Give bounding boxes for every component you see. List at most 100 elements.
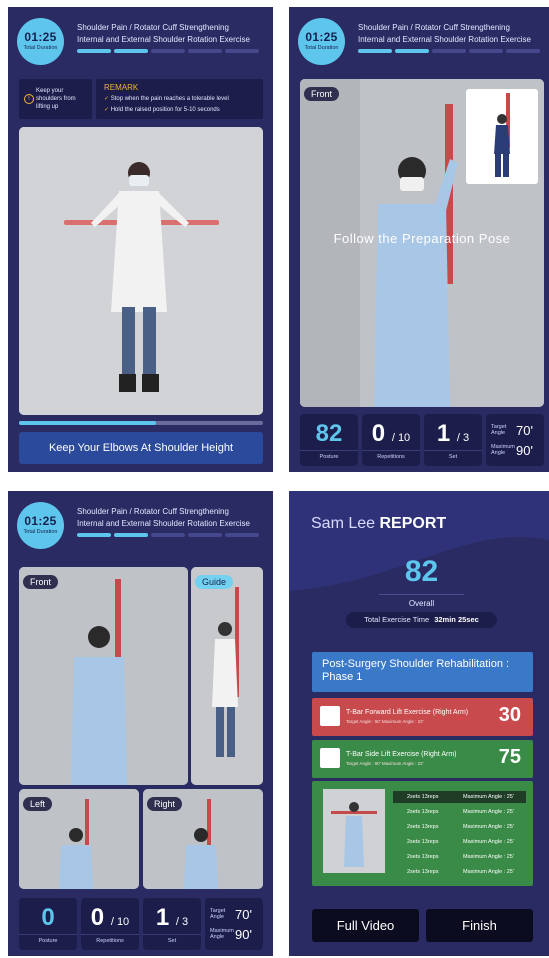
- set-label: Set: [143, 934, 201, 944]
- exercise-name: T-Bar Side Lift Exercise (Right Arm): [346, 751, 457, 758]
- remark-title: REMARK: [104, 83, 139, 92]
- repetitions-total: / 10: [110, 916, 130, 928]
- repetitions-stat: 0 / 10 Repetitions: [362, 414, 420, 466]
- remark-item: ✓ Hold the raised position for 5-10 seco…: [104, 106, 220, 113]
- front-figure: [19, 567, 188, 785]
- row-sets: 2sets 13reps: [407, 809, 439, 815]
- timer-value: 01:25: [24, 30, 57, 44]
- instruction-banner: Keep Your Elbows At Shoulder Height: [19, 432, 263, 464]
- tag-front: Front: [23, 575, 59, 589]
- tag-guide: Guide: [195, 575, 234, 589]
- timer-label: Total Duration: [23, 45, 58, 51]
- check-icon: ✓: [104, 96, 110, 102]
- guide-thumbnail: [466, 89, 538, 184]
- step-3: [151, 49, 185, 53]
- program-title[interactable]: Post-Surgery Shoulder Rehabilitation : P…: [312, 652, 533, 692]
- set-total: / 3: [456, 432, 470, 444]
- exercise-score: 75: [498, 746, 521, 768]
- timer-badge: 01:25 Total Duration: [17, 18, 64, 65]
- repetitions-label: Repetitions: [362, 450, 420, 460]
- target-angle-value: 70': [516, 423, 533, 438]
- step-progress: [358, 49, 540, 53]
- step-1: [77, 49, 111, 53]
- set-count: 1: [155, 904, 170, 931]
- exercise-photo[interactable]: [323, 789, 385, 873]
- posture-label: Posture: [300, 450, 358, 460]
- remark-box: REMARK ✓ Stop when the pain reaches a to…: [96, 79, 263, 119]
- overall-score: 82: [404, 555, 439, 588]
- row-sets: 2sets 13reps: [407, 794, 439, 800]
- report-title: Sam Lee REPORT: [311, 515, 446, 533]
- exercise-title: Shoulder Pain / Rotator Cuff Strengtheni…: [358, 22, 549, 46]
- camera-view: Front Follow the Preparation Pose: [300, 79, 544, 407]
- max-angle-value: 90': [235, 927, 252, 942]
- repetitions-count: 0: [90, 904, 105, 931]
- exercise-title: Shoulder Pain / Rotator Cuff Strengtheni…: [77, 506, 269, 530]
- tag-right: Right: [147, 797, 183, 811]
- finish-button[interactable]: Finish: [426, 909, 533, 942]
- demo-video[interactable]: [19, 127, 263, 415]
- exercise-title: Shoulder Pain / Rotator Cuff Strengtheni…: [77, 22, 269, 46]
- step-2: [114, 533, 148, 537]
- video-progress[interactable]: [19, 421, 263, 425]
- timer-badge: 01:25 Total Duration: [17, 502, 64, 549]
- screen-exercise-intro: 01:25 Total Duration Shoulder Pain / Rot…: [8, 7, 273, 472]
- set-row[interactable]: 2sets 13reps Maximum Angle : 25': [393, 836, 526, 848]
- set-row[interactable]: 2sets 13reps Maximum Angle : 25': [393, 821, 526, 833]
- set-stat: 1 / 3 Set: [143, 898, 201, 950]
- max-angle-label: Maximum Angle: [210, 928, 234, 940]
- row-angle: Maximum Angle : 25': [463, 854, 514, 860]
- step-5: [225, 49, 259, 53]
- guide-camera: Guide: [191, 567, 263, 785]
- step-5: [506, 49, 540, 53]
- row-angle: Maximum Angle : 25': [463, 869, 514, 875]
- info-icon: !: [24, 94, 34, 104]
- timer-label: Total Duration: [23, 529, 58, 535]
- set-row[interactable]: 2sets 13reps Maximum Angle : 25': [393, 866, 526, 878]
- front-camera: Front: [19, 567, 188, 785]
- posture-value: 82: [315, 420, 343, 447]
- angle-stat: Target Angle 70' Maximum Angle 90': [205, 898, 263, 950]
- repetitions-total: / 10: [391, 432, 411, 444]
- exercise-angles: Target Angle : 90' Maximum Angle : 22': [346, 719, 424, 724]
- posture-stat: 0 Posture: [19, 898, 77, 950]
- row-sets: 2sets 13reps: [407, 839, 439, 845]
- step-3: [151, 533, 185, 537]
- target-angle-value: 70': [235, 907, 252, 922]
- check-icon: ✓: [104, 107, 110, 113]
- header: 01:25 Total Duration Shoulder Pain / Rot…: [8, 7, 273, 69]
- exercise-thumbnail-icon: [320, 706, 340, 726]
- remark-item-text: Stop when the pain reaches a tolerable l…: [110, 96, 229, 102]
- step-progress: [77, 533, 259, 537]
- exercise-time-label: Total Exercise Time: [364, 615, 430, 624]
- repetitions-label: Repetitions: [81, 934, 139, 944]
- timer-badge: 01:25 Total Duration: [298, 18, 345, 65]
- exercise-card[interactable]: T-Bar Forward Lift Exercise (Right Arm) …: [312, 698, 533, 736]
- set-value: 1 / 3: [143, 904, 201, 932]
- exercise-card[interactable]: T-Bar Side Lift Exercise (Right Arm) Tar…: [312, 740, 533, 778]
- step-1: [358, 49, 392, 53]
- exercise-score: 30: [498, 704, 521, 726]
- report-label: REPORT: [379, 515, 447, 532]
- row-angle: Maximum Angle : 25': [463, 809, 514, 815]
- demo-figure: [19, 127, 263, 415]
- overlay-instruction: Follow the Preparation Pose: [333, 231, 511, 246]
- full-video-button[interactable]: Full Video: [312, 909, 419, 942]
- step-2: [114, 49, 148, 53]
- set-row[interactable]: 2sets 13reps Maximum Angle : 25': [393, 851, 526, 863]
- set-row[interactable]: 2sets 13reps Maximum Angle : 25': [393, 791, 526, 803]
- exercise-thumbnail-icon: [320, 748, 340, 768]
- step-4: [188, 49, 222, 53]
- repetitions-count: 0: [371, 420, 386, 447]
- timer-value: 01:25: [305, 30, 338, 44]
- guide-figure: [494, 93, 510, 177]
- target-angle-label: Target Angle: [491, 424, 507, 436]
- remark-item: ✓ Stop when the pain reaches a tolerable…: [104, 95, 229, 102]
- repetitions-value: 0 / 10: [81, 904, 139, 932]
- exercise-name: T-Bar Forward Lift Exercise (Right Arm): [346, 709, 469, 716]
- header: 01:25 Total Duration Shoulder Pain / Rot…: [8, 491, 273, 553]
- overall-label: Overall: [379, 594, 464, 608]
- tag-left: Left: [23, 797, 53, 811]
- set-label: Set: [424, 450, 482, 460]
- set-row[interactable]: 2sets 13reps Maximum Angle : 25': [393, 806, 526, 818]
